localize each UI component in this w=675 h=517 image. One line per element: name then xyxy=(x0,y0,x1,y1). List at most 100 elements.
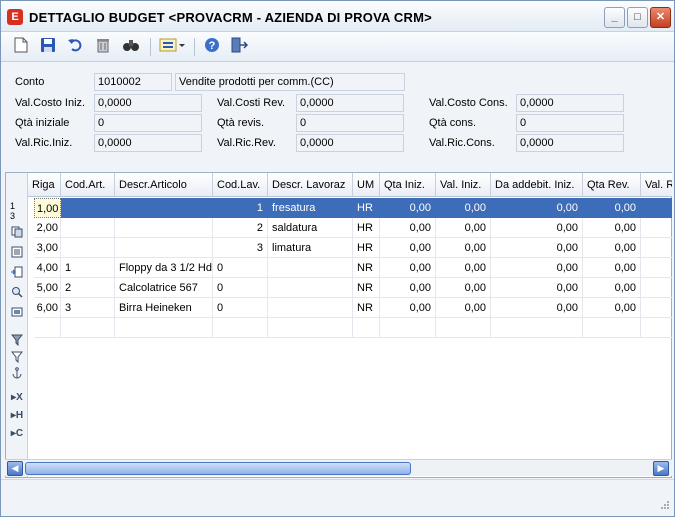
cell-descr-articolo[interactable]: Floppy da 3 1/2 Hd xyxy=(115,258,213,278)
help-icon[interactable]: ? xyxy=(202,37,222,57)
cell-riga[interactable]: 2,00 xyxy=(34,218,61,238)
cell-riga[interactable]: 5,00 xyxy=(34,278,61,298)
filter-remove-icon[interactable] xyxy=(10,351,24,365)
table-row[interactable]: 6,00 3 Birra Heineken 0 NR 0,00 0,00 0,0… xyxy=(28,298,672,318)
conto-description-field[interactable]: Vendite prodotti per comm.(CC) xyxy=(175,73,405,91)
cell-val-rev[interactable] xyxy=(641,258,672,278)
cell-cod-lav[interactable]: 0 xyxy=(213,258,268,278)
col-header-val-rev[interactable]: Val. R xyxy=(641,173,672,196)
anchor-icon[interactable] xyxy=(10,367,24,381)
cell-val-rev[interactable] xyxy=(641,218,672,238)
cell-descr-lavoraz[interactable] xyxy=(268,318,353,338)
cell-um[interactable]: NR xyxy=(353,278,380,298)
val-ric-cons-field[interactable]: 0,0000 xyxy=(516,134,624,152)
cell-cod-lav[interactable]: 1 xyxy=(213,198,268,218)
cell-descr-lavoraz[interactable] xyxy=(268,298,353,318)
cell-cod-art[interactable]: 2 xyxy=(61,278,115,298)
cell-da-addebit-iniz[interactable]: 0,00 xyxy=(491,218,583,238)
exit-icon[interactable] xyxy=(229,37,249,57)
cell-qta-rev[interactable] xyxy=(583,318,641,338)
cell-qta-iniz[interactable]: 0,00 xyxy=(380,298,436,318)
cell-val-rev[interactable] xyxy=(641,318,672,338)
cell-val-iniz[interactable]: 0,00 xyxy=(436,238,491,258)
cell-qta-rev[interactable]: 0,00 xyxy=(583,198,641,218)
filter-list-icon[interactable] xyxy=(158,37,188,57)
image-icon[interactable] xyxy=(10,306,24,320)
conto-code-field[interactable]: 1010002 xyxy=(94,73,172,91)
cell-um[interactable] xyxy=(353,318,380,338)
cell-da-addebit-iniz[interactable]: 0,00 xyxy=(491,278,583,298)
cell-descr-lavoraz[interactable] xyxy=(268,278,353,298)
qta-iniziale-field[interactable]: 0 xyxy=(94,114,202,132)
cell-cod-lav[interactable]: 2 xyxy=(213,218,268,238)
cell-qta-iniz[interactable]: 0,00 xyxy=(380,218,436,238)
cell-da-addebit-iniz[interactable] xyxy=(491,318,583,338)
cell-qta-iniz[interactable]: 0,00 xyxy=(380,198,436,218)
cell-cod-lav[interactable]: 3 xyxy=(213,238,268,258)
cell-descr-articolo[interactable]: Birra Heineken xyxy=(115,298,213,318)
cell-descr-lavoraz[interactable] xyxy=(268,258,353,278)
cell-val-rev[interactable] xyxy=(641,238,672,258)
save-icon[interactable] xyxy=(38,37,58,57)
col-header-qta-rev[interactable]: Qta Rev. xyxy=(583,173,641,196)
minimize-button[interactable]: _ xyxy=(604,7,625,28)
scroll-thumb[interactable] xyxy=(25,462,411,475)
cell-da-addebit-iniz[interactable]: 0,00 xyxy=(491,198,583,218)
col-header-um[interactable]: UM xyxy=(353,173,380,196)
cell-um[interactable]: HR xyxy=(353,218,380,238)
cell-qta-rev[interactable]: 0,00 xyxy=(583,218,641,238)
cell-descr-articolo[interactable] xyxy=(115,198,213,218)
export-x-icon[interactable]: ▸X xyxy=(10,391,24,405)
col-header-descr-articolo[interactable]: Descr.Articolo xyxy=(115,173,213,196)
cell-val-iniz[interactable] xyxy=(436,318,491,338)
cell-um[interactable]: HR xyxy=(353,238,380,258)
cell-val-iniz[interactable]: 0,00 xyxy=(436,258,491,278)
val-ric-rev-field[interactable]: 0,0000 xyxy=(296,134,404,152)
table-row-new[interactable] xyxy=(28,318,672,338)
cell-descr-articolo[interactable] xyxy=(115,218,213,238)
cell-val-iniz[interactable]: 0,00 xyxy=(436,198,491,218)
new-icon[interactable] xyxy=(11,37,31,57)
qta-revis-field[interactable]: 0 xyxy=(296,114,404,132)
cell-descr-articolo[interactable] xyxy=(115,318,213,338)
copy-row-icon[interactable] xyxy=(10,226,24,240)
col-header-cod-art[interactable]: Cod.Art. xyxy=(61,173,115,196)
cell-cod-lav[interactable]: 0 xyxy=(213,278,268,298)
filter-icon[interactable] xyxy=(10,334,24,348)
cell-cod-lav[interactable] xyxy=(213,318,268,338)
table-row[interactable]: 3,00 3 limatura HR 0,00 0,00 0,00 0,00 xyxy=(28,238,672,258)
cell-descr-articolo[interactable]: Calcolatrice 567 xyxy=(115,278,213,298)
scroll-right-button[interactable]: ▶ xyxy=(653,461,669,476)
col-header-cod-lav[interactable]: Cod.Lav. xyxy=(213,173,268,196)
resize-grip-icon[interactable] xyxy=(660,500,670,513)
cell-val-iniz[interactable]: 0,00 xyxy=(436,278,491,298)
cell-val-rev[interactable] xyxy=(641,278,672,298)
cell-qta-iniz[interactable]: 0,00 xyxy=(380,238,436,258)
export-c-icon[interactable]: ▸C xyxy=(10,427,24,441)
cell-cod-lav[interactable]: 0 xyxy=(213,298,268,318)
cell-qta-rev[interactable]: 0,00 xyxy=(583,298,641,318)
cell-riga[interactable] xyxy=(34,318,61,338)
col-header-qta-iniz[interactable]: Qta Iniz. xyxy=(380,173,436,196)
cell-qta-iniz[interactable]: 0,00 xyxy=(380,278,436,298)
col-header-riga[interactable]: Riga xyxy=(28,173,61,196)
cell-val-rev[interactable] xyxy=(641,298,672,318)
qta-cons-field[interactable]: 0 xyxy=(516,114,624,132)
find-icon[interactable] xyxy=(121,37,141,57)
table-row[interactable]: 5,00 2 Calcolatrice 567 0 NR 0,00 0,00 0… xyxy=(28,278,672,298)
cell-um[interactable]: NR xyxy=(353,298,380,318)
undo-icon[interactable] xyxy=(65,37,85,57)
cell-qta-rev[interactable]: 0,00 xyxy=(583,238,641,258)
cell-riga[interactable]: 4,00 xyxy=(34,258,61,278)
cell-val-iniz[interactable]: 0,00 xyxy=(436,298,491,318)
zoom-icon[interactable] xyxy=(10,286,24,300)
cell-da-addebit-iniz[interactable]: 0,00 xyxy=(491,238,583,258)
col-header-da-addebit-iniz[interactable]: Da addebit. Iniz. xyxy=(491,173,583,196)
cell-cod-art[interactable] xyxy=(61,218,115,238)
list-icon[interactable] xyxy=(10,246,24,260)
val-costo-cons-field[interactable]: 0,0000 xyxy=(516,94,624,112)
export-h-icon[interactable]: ▸H xyxy=(10,409,24,423)
cell-qta-rev[interactable]: 0,00 xyxy=(583,258,641,278)
table-row[interactable]: 2,00 2 saldatura HR 0,00 0,00 0,00 0,00 xyxy=(28,218,672,238)
cell-descr-lavoraz[interactable]: saldatura xyxy=(268,218,353,238)
